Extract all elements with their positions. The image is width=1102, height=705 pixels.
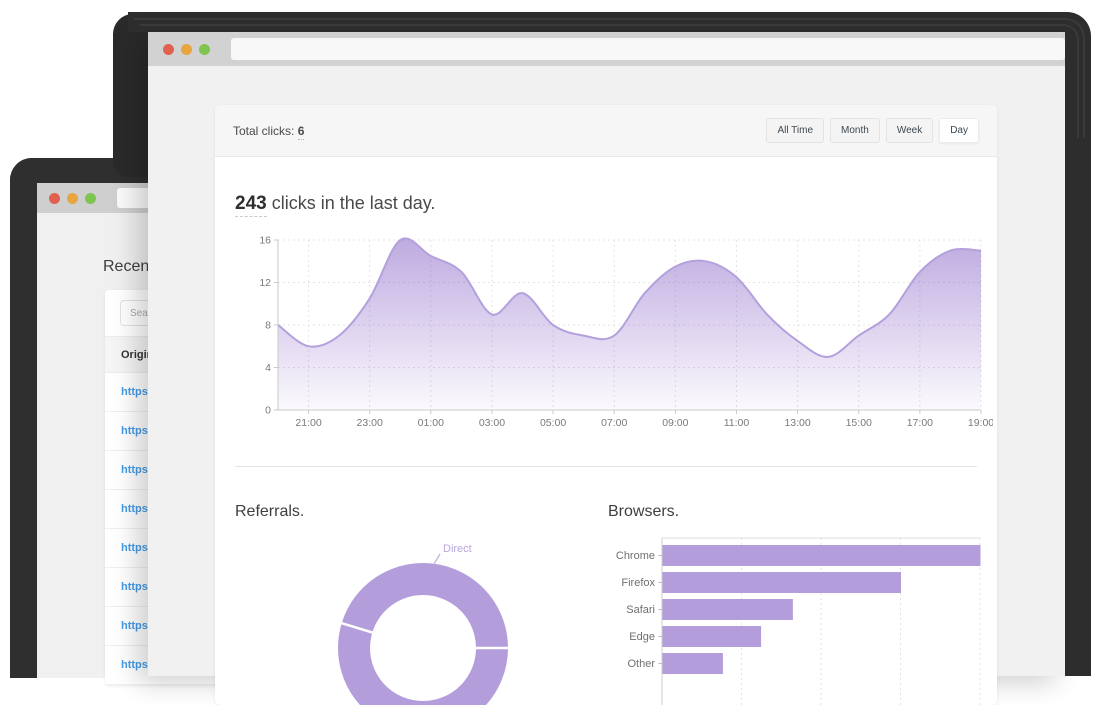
svg-text:23:00: 23:00: [357, 417, 383, 428]
referrals-donut-chart: Direct: [330, 538, 530, 705]
svg-text:07:00: 07:00: [601, 417, 627, 428]
panel-header: Total clicks: 6 All TimeMonthWeekDay: [215, 105, 997, 157]
bar-label-other: Other: [627, 658, 655, 670]
minimize-icon[interactable]: [67, 193, 78, 204]
total-clicks-value: 6: [298, 124, 305, 140]
url-bar[interactable]: [231, 38, 1065, 60]
time-filter-group: All TimeMonthWeekDay: [766, 118, 979, 143]
clicks-area-chart: 0 4 8 12 16 21:00 23:00 01:00 03:00 05:00 07:00 09:…: [233, 232, 993, 428]
donut-label-direct: Direct: [443, 543, 472, 555]
svg-text:05:00: 05:00: [540, 417, 566, 428]
browsers-bar-chart: Chrome Firefox Safari Edge Other: [600, 528, 995, 705]
filter-button-day[interactable]: Day: [939, 118, 979, 143]
zoom-icon[interactable]: [199, 44, 210, 55]
filter-button-all-time[interactable]: All Time: [766, 118, 824, 143]
bar-label-firefox: Firefox: [621, 577, 655, 589]
svg-text:0: 0: [265, 405, 271, 417]
svg-text:17:00: 17:00: [907, 417, 933, 428]
bar-label-safari: Safari: [626, 604, 655, 616]
svg-text:19:00: 19:00: [968, 417, 993, 428]
svg-text:11:00: 11:00: [724, 417, 750, 428]
svg-text:09:00: 09:00: [662, 417, 688, 428]
svg-text:21:00: 21:00: [295, 417, 321, 428]
front-window-toolbar: [148, 32, 1065, 66]
close-icon[interactable]: [49, 193, 60, 204]
referrals-title: Referrals.: [235, 503, 304, 521]
close-icon[interactable]: [163, 44, 174, 55]
svg-text:13:00: 13:00: [784, 417, 810, 428]
svg-text:01:00: 01:00: [418, 417, 444, 428]
svg-text:03:00: 03:00: [479, 417, 505, 428]
bar-label-chrome: Chrome: [616, 550, 655, 562]
total-clicks-label: Total clicks:: [233, 124, 294, 138]
zoom-icon[interactable]: [85, 193, 96, 204]
stacked-window-frame: [113, 14, 148, 177]
filter-button-week[interactable]: Week: [886, 118, 933, 143]
browsers-title: Browsers.: [608, 503, 679, 521]
svg-text:16: 16: [259, 235, 271, 247]
svg-text:4: 4: [265, 362, 271, 374]
click-count: 243: [235, 193, 267, 217]
headline: 243 clicks in the last day.: [235, 193, 997, 215]
section-divider: [235, 466, 977, 467]
minimize-icon[interactable]: [181, 44, 192, 55]
headline-text: clicks in the last day.: [267, 193, 436, 213]
analytics-panel: Total clicks: 6 All TimeMonthWeekDay 243…: [215, 105, 997, 705]
browser-window-front: Total clicks: 6 All TimeMonthWeekDay 243…: [148, 32, 1065, 676]
page-content: Total clicks: 6 All TimeMonthWeekDay 243…: [148, 66, 1065, 676]
svg-text:15:00: 15:00: [846, 417, 872, 428]
svg-text:8: 8: [265, 320, 271, 332]
total-clicks: Total clicks: 6: [233, 124, 304, 138]
bar-label-edge: Edge: [629, 631, 655, 643]
filter-button-month[interactable]: Month: [830, 118, 880, 143]
svg-text:12: 12: [259, 277, 271, 289]
